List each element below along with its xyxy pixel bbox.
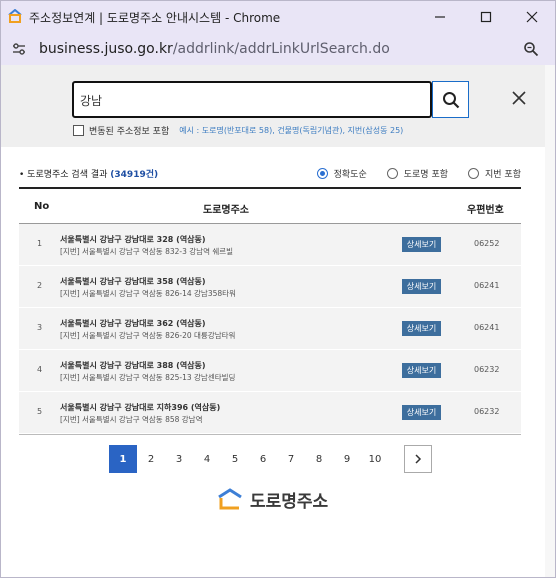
search-button[interactable]	[432, 81, 469, 118]
zip-code: 06232	[474, 407, 500, 416]
jibun-address: [지번] 서울특별시 강남구 역삼동 826-20 대륭강남타워	[60, 331, 236, 340]
zip-code: 06232	[474, 365, 500, 374]
url-text[interactable]: business.juso.go.kr/addrlink/addrLinkUrl…	[39, 41, 390, 57]
sort-radio-jibun[interactable]	[468, 168, 480, 179]
zip-code: 06252	[474, 239, 500, 248]
road-address[interactable]: 서울특별시 강남구 강남대로 358 (역삼동)	[60, 276, 206, 287]
table-body: 1 서울특별시 강남구 강남대로 328 (역삼동) [지번] 서울특별시 강남구 …	[19, 224, 521, 434]
sort-option-accuracy[interactable]: 정확도순	[316, 167, 367, 180]
zip-code: 06241	[474, 281, 500, 290]
page-2-button[interactable]: 2	[137, 445, 165, 473]
row-number: 5	[37, 407, 43, 416]
column-zip: 우편번호	[467, 205, 504, 216]
search-box	[72, 81, 432, 118]
detail-button[interactable]: 상세보기	[402, 363, 441, 378]
results-table: No 도로명주소 우편번호 1 서울특별시 강남구 강남대로 328 (역삼동) […	[19, 187, 521, 435]
row-number: 3	[37, 323, 43, 332]
zoom-icon[interactable]	[523, 41, 539, 57]
url-path: /addrlink/addrLinkUrlSearch.do	[172, 41, 390, 57]
maximize-icon	[480, 11, 492, 23]
changed-address-option: 변동된 주소정보 포함 예시 : 도로명(반포대로 58), 건물명(독립기념관…	[73, 124, 403, 137]
close-icon	[526, 11, 538, 23]
page-scrollbar[interactable]	[545, 65, 555, 577]
sort-radio-road[interactable]	[386, 168, 398, 179]
search-example-text: 예시 : 도로명(반포대로 58), 건물명(독립기념관), 지번(삼성동 25…	[179, 126, 404, 135]
detail-button[interactable]: 상세보기	[402, 237, 441, 252]
include-changed-label[interactable]: 변동된 주소정보 포함	[89, 124, 169, 137]
page-4-button[interactable]: 4	[193, 445, 221, 473]
page-5-button[interactable]: 5	[221, 445, 249, 473]
maximize-button[interactable]	[463, 1, 509, 33]
table-divider	[19, 434, 521, 435]
minimize-button[interactable]	[417, 1, 463, 33]
chevron-right-icon	[415, 454, 422, 464]
result-count: (34919건)	[110, 170, 159, 180]
sort-label-accuracy: 정확도순	[333, 170, 367, 180]
page-8-button[interactable]: 8	[305, 445, 333, 473]
footer-logo: 도로명주소	[216, 487, 329, 512]
sort-label-road: 도로명 포함	[403, 170, 449, 180]
address-bar[interactable]: business.juso.go.kr/addrlink/addrLinkUrl…	[1, 33, 555, 65]
close-icon	[512, 91, 526, 105]
road-address[interactable]: 서울특별시 강남구 강남대로 388 (역삼동)	[60, 360, 206, 371]
page-10-button[interactable]: 10	[361, 445, 389, 473]
search-panel: 변동된 주소정보 포함 예시 : 도로명(반포대로 58), 건물명(독립기념관…	[1, 65, 555, 147]
sort-radio-accuracy[interactable]	[316, 168, 328, 179]
column-address: 도로명주소	[203, 205, 249, 216]
road-address[interactable]: 서울특별시 강남구 강남대로 지하396 (역삼동)	[60, 402, 220, 413]
result-header: • 도로명주소 검색 결과 (34919건) 정확도순 도로명 포함 지번 포함	[19, 167, 521, 181]
include-changed-checkbox[interactable]	[73, 125, 84, 136]
row-number: 2	[37, 281, 43, 290]
zip-code: 06241	[474, 323, 500, 332]
search-input[interactable]	[80, 91, 420, 109]
pagination: 1 2 3 4 5 6 7 8 9 10	[109, 445, 389, 473]
sort-option-road[interactable]: 도로명 포함	[386, 167, 449, 180]
table-row[interactable]: 5 서울특별시 강남구 강남대로 지하396 (역삼동) [지번] 서울특별시 강남…	[19, 392, 521, 434]
browser-window: 주소정보연계 | 도로명주소 안내시스템 - Chrome business.j…	[0, 0, 556, 578]
site-settings-icon[interactable]	[11, 42, 27, 56]
detail-button[interactable]: 상세보기	[402, 321, 441, 336]
jibun-address: [지번] 서울특별시 강남구 역삼동 832-3 강남역 쉐르빌	[60, 247, 234, 256]
row-number: 1	[37, 239, 43, 248]
detail-button[interactable]: 상세보기	[402, 279, 441, 294]
page-7-button[interactable]: 7	[277, 445, 305, 473]
minimize-icon	[435, 16, 445, 18]
sort-option-jibun[interactable]: 지번 포함	[468, 167, 521, 180]
road-address[interactable]: 서울특별시 강남구 강남대로 328 (역삼동)	[60, 234, 206, 245]
road-address[interactable]: 서울특별시 강남구 강남대로 362 (역삼동)	[60, 318, 206, 329]
table-header: No 도로명주소 우편번호	[19, 187, 521, 224]
next-page-button[interactable]	[404, 445, 432, 473]
table-row[interactable]: 3 서울특별시 강남구 강남대로 362 (역삼동) [지번] 서울특별시 강남구 …	[19, 308, 521, 350]
search-icon	[442, 91, 459, 108]
title-bar: 주소정보연계 | 도로명주소 안내시스템 - Chrome	[1, 1, 555, 33]
page-1-button[interactable]: 1	[109, 445, 137, 473]
logo-text: 도로명주소	[250, 491, 329, 512]
sort-label-jibun: 지번 포함	[485, 170, 521, 180]
page-9-button[interactable]: 9	[333, 445, 361, 473]
jibun-address: [지번] 서울특별시 강남구 역삼동 826-14 강남358타워	[60, 289, 236, 298]
result-title: • 도로명주소 검색 결과 (34919건)	[19, 170, 159, 180]
jibun-address: [지번] 서울특별시 강남구 역삼동 825-13 강남센타빌딩	[60, 373, 236, 382]
window-close-button[interactable]	[509, 1, 555, 33]
table-row[interactable]: 1 서울특별시 강남구 강남대로 328 (역삼동) [지번] 서울특별시 강남구 …	[19, 224, 521, 266]
page-6-button[interactable]: 6	[249, 445, 277, 473]
road-address-logo-icon	[218, 488, 242, 510]
site-logo-icon	[8, 9, 22, 23]
table-row[interactable]: 4 서울특별시 강남구 강남대로 388 (역삼동) [지번] 서울특별시 강남구 …	[19, 350, 521, 392]
window-title: 주소정보연계 | 도로명주소 안내시스템 - Chrome	[29, 11, 281, 25]
page-3-button[interactable]: 3	[165, 445, 193, 473]
column-no: No	[34, 201, 50, 212]
detail-button[interactable]: 상세보기	[402, 405, 441, 420]
table-row[interactable]: 2 서울특별시 강남구 강남대로 358 (역삼동) [지번] 서울특별시 강남구 …	[19, 266, 521, 308]
result-title-label: 도로명주소 검색 결과	[27, 170, 108, 180]
url-host: business.juso.go.kr	[39, 41, 173, 57]
row-number: 4	[37, 365, 43, 374]
panel-close-button[interactable]	[509, 88, 529, 108]
sort-options: 정확도순 도로명 포함 지번 포함	[297, 167, 521, 180]
jibun-address: [지번] 서울특별시 강남구 역삼동 858 강남역	[60, 415, 203, 424]
